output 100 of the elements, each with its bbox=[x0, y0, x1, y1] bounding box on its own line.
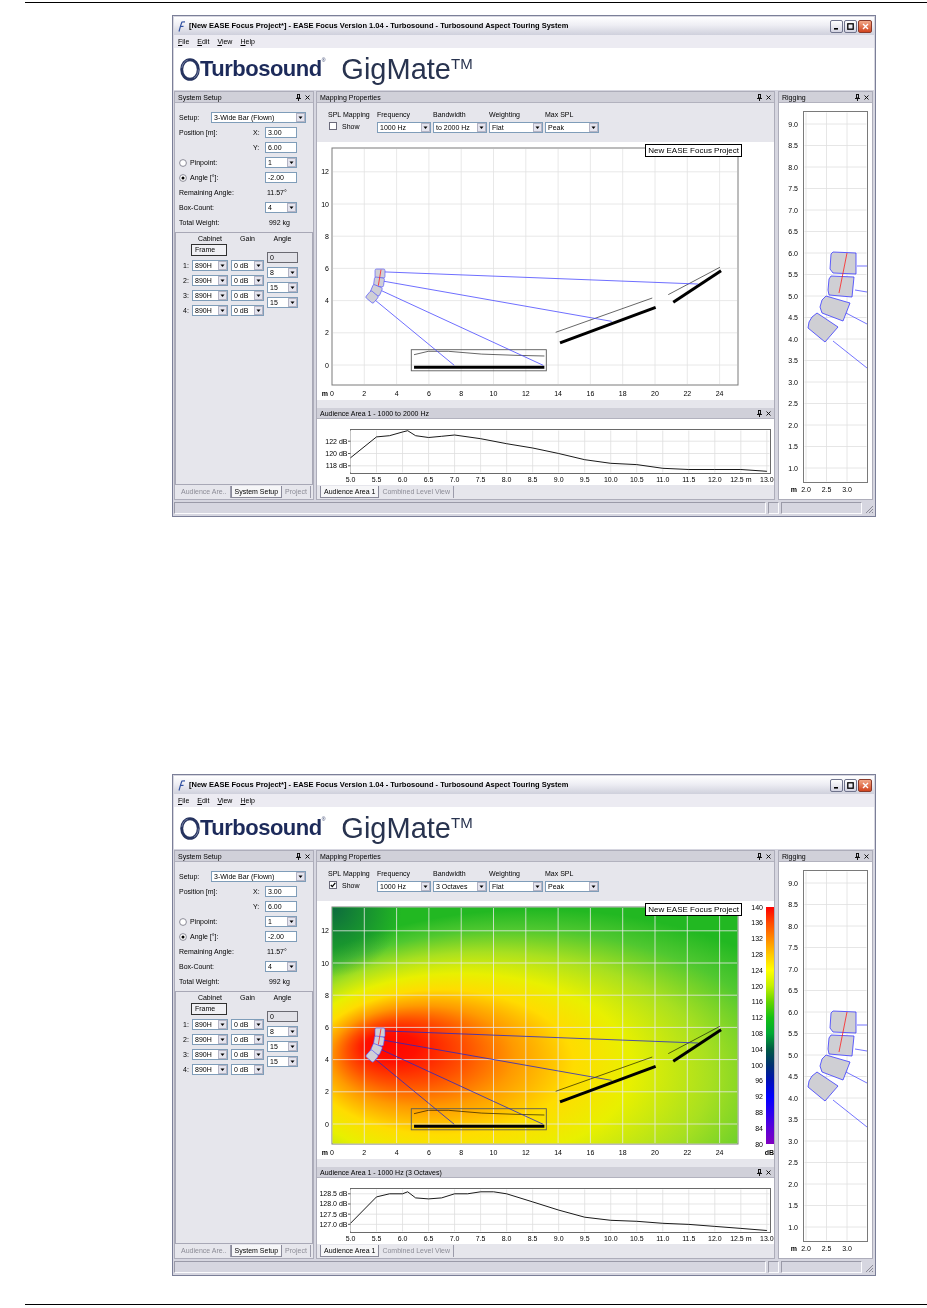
speaker-box bbox=[374, 268, 386, 279]
logo-ring-icon bbox=[180, 816, 200, 840]
pin-icon[interactable] bbox=[296, 93, 301, 101]
dropdown-arrow-icon[interactable] bbox=[254, 1035, 263, 1044]
dropdown-arrow-icon[interactable] bbox=[254, 1020, 263, 1029]
resize-grip-icon[interactable] bbox=[864, 504, 874, 514]
speaker-box bbox=[819, 295, 851, 322]
coverage-ray-line bbox=[832, 1099, 868, 1128]
pin-icon[interactable] bbox=[855, 852, 860, 860]
dropdown-arrow-icon[interactable] bbox=[533, 123, 542, 132]
close-button[interactable] bbox=[858, 19, 872, 33]
radio-button[interactable] bbox=[179, 917, 187, 926]
pin-icon[interactable] bbox=[757, 409, 762, 417]
product-name: GigMate$^{TM}$ bbox=[341, 54, 473, 84]
reference-line bbox=[667, 1025, 721, 1054]
dropdown-arrow-icon[interactable] bbox=[218, 261, 227, 270]
dropdown-arrow-icon[interactable] bbox=[288, 1042, 297, 1051]
dropdown-arrow-icon[interactable] bbox=[287, 158, 296, 167]
close-icon[interactable] bbox=[766, 853, 771, 859]
dropdown-arrow-icon[interactable] bbox=[254, 291, 263, 300]
close-icon[interactable] bbox=[305, 94, 310, 100]
app-icon bbox=[177, 20, 185, 32]
app-icon bbox=[177, 779, 185, 791]
dropdown-arrow-icon[interactable] bbox=[477, 882, 486, 891]
dropdown-arrow-icon[interactable] bbox=[421, 123, 430, 132]
dropdown-arrow-icon[interactable] bbox=[218, 1050, 227, 1059]
product-name: GigMate$^{TM}$ bbox=[341, 813, 473, 843]
dropdown-arrow-icon[interactable] bbox=[218, 276, 227, 285]
close-icon[interactable] bbox=[305, 853, 310, 859]
coverage-ray-line bbox=[845, 1071, 868, 1084]
maximize-icon bbox=[847, 781, 854, 789]
maximize-icon bbox=[847, 22, 854, 30]
speaker-box bbox=[819, 1054, 851, 1081]
close-icon[interactable] bbox=[766, 1169, 771, 1175]
dropdown-arrow-icon[interactable] bbox=[421, 882, 430, 891]
pin-icon[interactable] bbox=[296, 852, 301, 860]
speaker-box bbox=[829, 251, 857, 275]
coverage-ray-line bbox=[832, 340, 868, 369]
dropdown-arrow-icon[interactable] bbox=[287, 917, 296, 926]
dropdown-arrow-icon[interactable] bbox=[288, 268, 297, 277]
aim-line bbox=[838, 1011, 848, 1053]
dropdown-arrow-icon[interactable] bbox=[254, 261, 263, 270]
dropdown-arrow-icon[interactable] bbox=[288, 283, 297, 292]
dropdown-arrow-icon[interactable] bbox=[254, 1050, 263, 1059]
dropdown-arrow-icon[interactable] bbox=[589, 123, 598, 132]
dropdown-arrow-icon[interactable] bbox=[477, 123, 486, 132]
radio-button[interactable] bbox=[179, 158, 187, 167]
checkbox[interactable] bbox=[329, 122, 337, 130]
pin-icon[interactable] bbox=[757, 93, 762, 101]
dropdown-arrow-icon[interactable] bbox=[254, 276, 263, 285]
dropdown-arrow-icon[interactable] bbox=[218, 291, 227, 300]
minimize-button[interactable] bbox=[830, 19, 843, 33]
coverage-ray-line bbox=[856, 1024, 868, 1026]
dropdown-arrow-icon[interactable] bbox=[218, 306, 227, 315]
speaker-box bbox=[807, 312, 839, 343]
aim-line bbox=[838, 252, 848, 294]
resize-grip-icon[interactable] bbox=[864, 1263, 874, 1273]
close-button[interactable] bbox=[858, 778, 872, 792]
close-icon[interactable] bbox=[766, 94, 771, 100]
coverage-ray-line bbox=[845, 312, 868, 325]
speaker-box bbox=[374, 1027, 386, 1038]
dropdown-arrow-icon[interactable] bbox=[296, 872, 305, 881]
close-icon bbox=[861, 781, 869, 789]
pin-icon[interactable] bbox=[757, 852, 762, 860]
dropdown-arrow-icon[interactable] bbox=[254, 306, 263, 315]
aim-line bbox=[377, 269, 382, 287]
dropdown-arrow-icon[interactable] bbox=[218, 1065, 227, 1074]
brand-logo-text: Turbosound$^{®}$ bbox=[200, 817, 326, 839]
status-bar-panel bbox=[768, 1261, 779, 1273]
dropdown-arrow-icon[interactable] bbox=[589, 882, 598, 891]
dropdown-arrow-icon[interactable] bbox=[288, 1027, 297, 1036]
dropdown-arrow-icon[interactable] bbox=[287, 203, 296, 212]
close-icon[interactable] bbox=[766, 410, 771, 416]
dropdown-arrow-icon[interactable] bbox=[296, 113, 305, 122]
dropdown-arrow-icon[interactable] bbox=[254, 1065, 263, 1074]
radio-button[interactable] bbox=[179, 173, 187, 182]
speaker-box bbox=[364, 1049, 380, 1063]
audience-line bbox=[672, 269, 722, 304]
coverage-ray-line bbox=[854, 1048, 868, 1052]
minimize-button[interactable] bbox=[830, 778, 843, 792]
checkbox[interactable] bbox=[329, 881, 337, 889]
legend-label: New EASE Focus Project bbox=[645, 144, 742, 157]
pin-icon[interactable] bbox=[855, 93, 860, 101]
coverage-ray-line bbox=[854, 289, 868, 293]
pin-icon[interactable] bbox=[757, 1168, 762, 1176]
radio-button[interactable] bbox=[179, 932, 187, 941]
dropdown-arrow-icon[interactable] bbox=[218, 1020, 227, 1029]
maximize-button[interactable] bbox=[844, 778, 857, 792]
maximize-button[interactable] bbox=[844, 19, 857, 33]
close-icon[interactable] bbox=[864, 853, 869, 859]
reference-line bbox=[667, 266, 721, 295]
dropdown-arrow-icon[interactable] bbox=[288, 298, 297, 307]
close-icon[interactable] bbox=[864, 94, 869, 100]
status-bar-panel bbox=[768, 502, 779, 514]
dropdown-arrow-icon[interactable] bbox=[288, 1057, 297, 1066]
logo-ring-icon bbox=[180, 57, 200, 81]
dropdown-arrow-icon[interactable] bbox=[218, 1035, 227, 1044]
legend-label: New EASE Focus Project bbox=[645, 903, 742, 916]
dropdown-arrow-icon[interactable] bbox=[287, 962, 296, 971]
dropdown-arrow-icon[interactable] bbox=[533, 882, 542, 891]
